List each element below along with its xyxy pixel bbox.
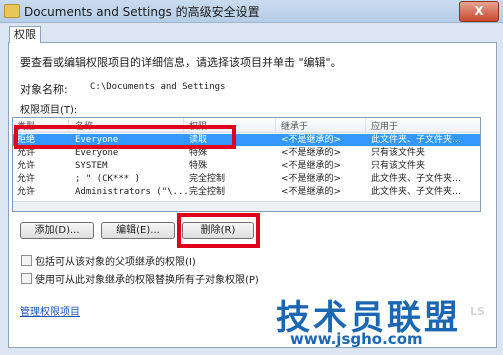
- table-row[interactable]: 允许 Everyone 特殊 <不是继承的> 只有该文件夹: [13, 147, 480, 159]
- watermark-logo: LS: [470, 305, 485, 318]
- title-bar: Documents and Settings 的高级安全设置 X: [0, 0, 503, 23]
- cell-applies: 此文件夹、子文件夹…: [371, 135, 462, 145]
- cell-permission: 特殊: [189, 161, 208, 171]
- tab-permissions[interactable]: 权限: [9, 26, 41, 43]
- column-header-type[interactable]: 类型: [17, 119, 35, 132]
- add-button[interactable]: 添加(D)...: [20, 222, 94, 239]
- cell-applies: 只有该文件夹: [371, 161, 426, 171]
- cell-type: 允许: [17, 161, 36, 171]
- instruction-text: 要查看或编辑权限项目的详细信息，请选择该项目并单击 "编辑"。: [20, 56, 342, 69]
- cell-permission: 完全控制: [189, 174, 226, 184]
- cell-applies: 此文件夹、子文件夹…: [371, 187, 462, 197]
- cell-applies: 此文件夹、子文件夹…: [371, 174, 462, 184]
- replace-child-permissions-label: 使用可从此对象继承的权限替换所有子对象权限(P): [35, 275, 259, 286]
- cell-type: 允许: [17, 187, 36, 197]
- include-inheritable-checkbox[interactable]: [21, 255, 32, 266]
- column-header-name[interactable]: 名称: [75, 119, 93, 132]
- cell-inherited: <不是继承的>: [281, 135, 342, 145]
- cell-name: Administrators ("\...: [75, 187, 189, 197]
- close-button[interactable]: X: [459, 1, 499, 22]
- window-title: Documents and Settings 的高级安全设置: [24, 5, 260, 19]
- table-row[interactable]: 允许 Administrators ("\... 完全控制 <不是继承的> 此文…: [13, 186, 480, 198]
- cell-permission: 完全控制: [189, 187, 226, 197]
- include-inheritable-label: 包括可从该对象的父项继承的权限(I): [35, 257, 196, 268]
- cell-name: Everyone: [75, 148, 119, 158]
- cell-permission: 读取: [189, 135, 208, 145]
- cell-applies: 只有该文件夹: [371, 148, 426, 158]
- cell-name: ; " (CK*** ): [75, 174, 141, 184]
- edit-button[interactable]: 编辑(E)...: [101, 222, 175, 239]
- watermark-url: www.jsgho.com: [290, 330, 423, 348]
- cell-inherited: <不是继承的>: [281, 187, 342, 197]
- object-name-value: C:\Documents and Settings: [90, 82, 226, 92]
- cell-permission: 特殊: [189, 148, 208, 158]
- column-header-applies[interactable]: 应用于: [371, 119, 398, 132]
- cell-name: SYSTEM: [75, 161, 108, 171]
- entries-label: 权限项目(T):: [20, 105, 78, 116]
- cell-type: 允许: [17, 148, 36, 158]
- manage-entries-link[interactable]: 管理权限项目: [20, 303, 80, 318]
- column-header-permission[interactable]: 权限: [189, 119, 207, 132]
- folder-icon: [4, 4, 20, 18]
- cell-name: Everyone: [75, 135, 119, 145]
- permission-entries-list[interactable]: 类型 名称 权限 继承于 应用于 拒绝 Everyone 读取 <不是继承的> …: [12, 117, 481, 212]
- horizontal-scrollbar[interactable]: [13, 201, 480, 211]
- table-row[interactable]: 拒绝 Everyone 读取 <不是继承的> 此文件夹、子文件夹…: [13, 134, 480, 146]
- replace-child-permissions-checkbox[interactable]: [21, 273, 32, 284]
- cell-type: 允许: [17, 174, 36, 184]
- delete-button[interactable]: 删除(R): [182, 222, 254, 239]
- list-header: 类型 名称 权限 继承于 应用于: [13, 118, 480, 133]
- table-row[interactable]: 允许 ; " (CK*** ) 完全控制 <不是继承的> 此文件夹、子文件夹…: [13, 173, 480, 185]
- cell-inherited: <不是继承的>: [281, 161, 342, 171]
- cell-inherited: <不是继承的>: [281, 148, 342, 158]
- object-name-label: 对象名称:: [20, 83, 68, 96]
- column-header-inherited[interactable]: 继承于: [281, 119, 308, 132]
- cell-inherited: <不是继承的>: [281, 174, 342, 184]
- cell-type: 拒绝: [17, 135, 36, 145]
- table-row[interactable]: 允许 SYSTEM 特殊 <不是继承的> 只有该文件夹: [13, 160, 480, 172]
